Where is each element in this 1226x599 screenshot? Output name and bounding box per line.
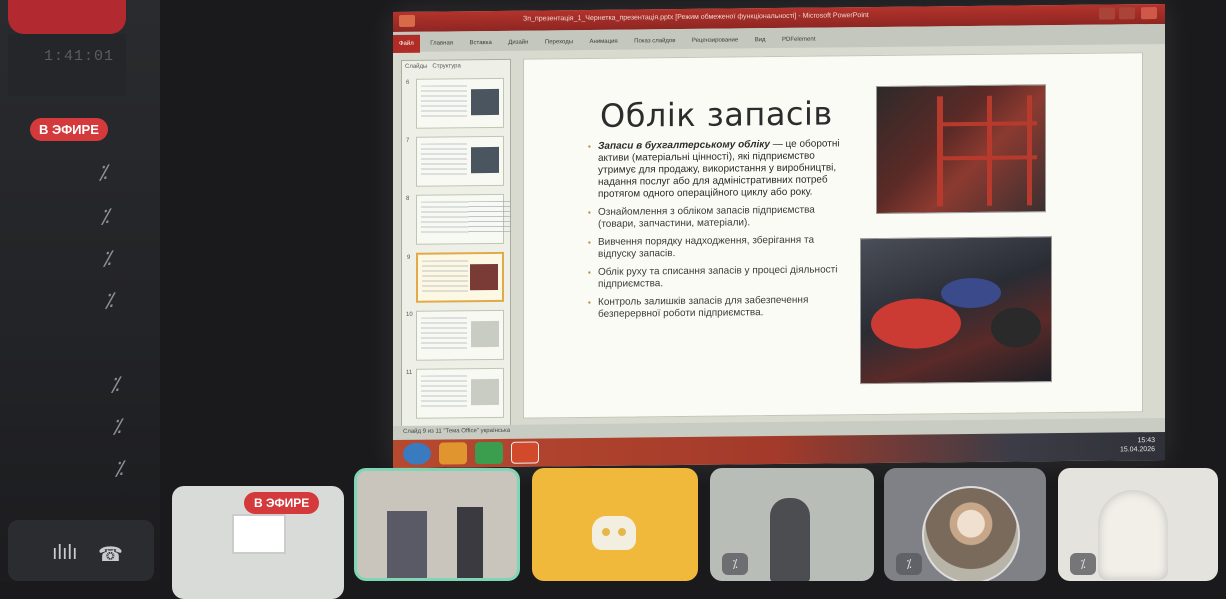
mic-off-icon: ⁒ — [102, 248, 111, 270]
slide-number: 7 — [406, 137, 410, 144]
slide-thumbnail-active[interactable]: 9 — [407, 251, 504, 303]
mic-muted-icon: ⁒ — [722, 553, 748, 575]
avatar — [922, 486, 1020, 581]
call-controls: ılılı ☎ — [8, 520, 154, 581]
clock-time: 15:43 — [1137, 437, 1155, 445]
bullet-text: Ознайомлення з обліком запасів підприємс… — [598, 204, 815, 230]
slide-thumbnail[interactable]: 10 — [406, 309, 504, 361]
current-slide: Облік запасів Запаси в бухгалтерському о… — [523, 52, 1143, 419]
slide-thumbnail[interactable]: 11 — [406, 367, 504, 419]
hangup-icon[interactable]: ☎ — [98, 542, 123, 567]
app-icon[interactable] — [475, 441, 503, 465]
mic-off-icon: ⁒ — [98, 162, 107, 184]
tab-insert[interactable]: Вставка — [464, 34, 498, 52]
voice-activity-icon[interactable]: ılılı — [52, 542, 78, 565]
slide-title: Облік запасів — [600, 94, 833, 135]
mic-off-icon: ⁒ — [112, 416, 121, 438]
slide-thumbnail[interactable]: 7 — [406, 135, 504, 187]
slide-number: 11 — [406, 369, 413, 376]
slide-number: 9 — [407, 254, 411, 261]
slide-number: 10 — [406, 311, 413, 318]
mic-off-icon: ⁒ — [104, 290, 113, 312]
system-clock: 15:43 15.04.2026 — [1120, 436, 1155, 454]
bullet-item: Контроль залишків запасів для забезпечен… — [590, 294, 848, 321]
mic-muted-icon: ⁒ — [896, 553, 922, 575]
timer-panel — [8, 34, 126, 96]
clock-date: 15.04.2026 — [1119, 446, 1155, 454]
bullet-item: Ознайомлення з обліком запасів підприємс… — [590, 204, 848, 231]
motorcycles-photo — [860, 236, 1052, 385]
slide-number: 6 — [406, 79, 410, 86]
call-sidebar: 1:41:01 В ЭФИРЕ ⁒ ⁒ ⁒ ⁒ ⁒ ⁒ ⁒ ılılı ☎ — [0, 0, 160, 581]
maximize-button[interactable] — [1119, 7, 1135, 20]
start-icon[interactable] — [403, 442, 431, 465]
participant-tile[interactable] — [532, 468, 698, 581]
participant-tile[interactable] — [354, 468, 520, 581]
slide-thumbnail[interactable]: 8 — [406, 193, 511, 245]
bullet-text: Вивчення порядку надходження, зберігання… — [598, 234, 815, 260]
mic-muted-icon: ⁒ — [1070, 553, 1096, 575]
mic-off-icon: ⁒ — [114, 458, 123, 480]
bullet-text: Контроль залишків запасів для забезпечен… — [598, 294, 809, 320]
call-timer: 1:41:01 — [44, 48, 115, 65]
discord-icon — [592, 516, 636, 550]
tab-review[interactable]: Рецензирование — [686, 31, 744, 50]
minimize-button[interactable] — [1099, 7, 1115, 20]
tab-transitions[interactable]: Переходы — [539, 33, 579, 51]
thumb-tabs: Слайды Структура — [402, 60, 510, 75]
tab-animation[interactable]: Анимация — [584, 33, 624, 51]
bullet-item: Вивчення порядку надходження, зберігання… — [590, 234, 848, 261]
shop-shelves-photo — [876, 84, 1046, 214]
mic-off-icon: ⁒ — [100, 206, 109, 228]
tab-pdfelement[interactable]: PDFelement — [776, 31, 821, 49]
tab-slides[interactable]: Слайды — [405, 64, 427, 70]
slide-bullets: Запаси в бухгалтерському обліку — це обо… — [590, 138, 848, 327]
tab-home[interactable]: Главная — [424, 34, 459, 52]
slide-thumbnails: Слайды Структура 6 7 8 9 10 11 — [401, 58, 511, 440]
slide-number: 8 — [406, 195, 410, 202]
monitor-icon — [232, 514, 286, 554]
sidebar-top-bar[interactable] — [8, 0, 126, 34]
shared-screen: Зп_презентація_1_Чернетка_презентація.pp… — [393, 3, 1165, 469]
tab-file[interactable]: Файл — [393, 34, 420, 54]
participant-tile[interactable]: ⁒ — [710, 468, 874, 581]
slide-thumbnail[interactable]: 6 — [406, 77, 504, 129]
chrome-icon[interactable] — [439, 442, 467, 465]
bullet-item: Запаси в бухгалтерському обліку — це обо… — [590, 138, 848, 201]
tab-view[interactable]: Вид — [749, 31, 772, 49]
tab-slideshow[interactable]: Показ слайдов — [628, 32, 681, 51]
participant-tile[interactable]: ⁒ — [884, 468, 1046, 581]
bullet-item: Облік руху та списання запасів у процесі… — [590, 264, 848, 291]
live-badge: В ЭФИРЕ — [30, 118, 108, 141]
tab-design[interactable]: Дизайн — [502, 34, 534, 52]
tab-outline[interactable]: Структура — [432, 63, 460, 69]
bullet-bold: Запаси в бухгалтерському обліку — [598, 139, 770, 152]
live-badge: В ЭФИРЕ — [244, 492, 320, 514]
app-icon — [399, 14, 415, 27]
bullet-text: Облік руху та списання запасів у процесі… — [598, 264, 838, 290]
mic-off-icon: ⁒ — [110, 374, 119, 396]
participant-tile[interactable]: ⁒ — [1058, 468, 1218, 581]
close-button[interactable] — [1141, 7, 1157, 20]
powerpoint-icon[interactable] — [511, 441, 539, 464]
